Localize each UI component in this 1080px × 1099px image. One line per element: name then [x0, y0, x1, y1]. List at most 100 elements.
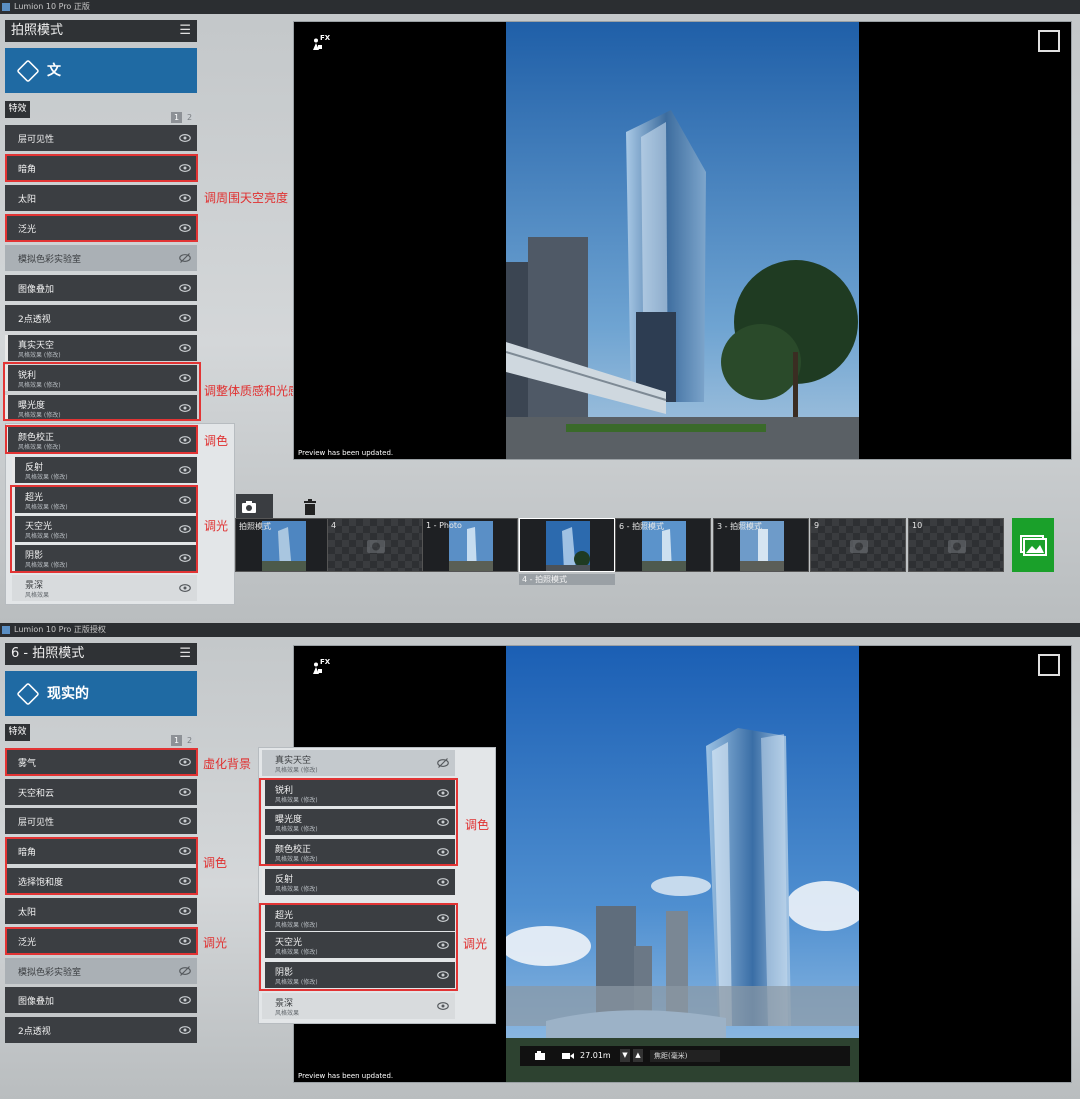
fx-figure-icon: [313, 38, 322, 50]
focal-length-field[interactable]: 焦距(毫米): [650, 1050, 720, 1062]
video-camera-icon[interactable]: [562, 1051, 574, 1061]
thumbnail-slot[interactable]: 1 - Photo: [422, 518, 518, 572]
effect-item[interactable]: 景深 风格效果: [12, 575, 197, 601]
annotation-box: [5, 425, 198, 454]
effect-subtitle: 风格效果 (修改): [18, 352, 61, 359]
app-icon: [2, 3, 10, 11]
preview-status: Preview has been updated.: [298, 449, 394, 457]
annotation-note: 调色: [465, 818, 490, 832]
camera-height-value: 27.01m: [580, 1051, 611, 1060]
annotation-note: 调色: [204, 434, 229, 448]
thumbnail-slot[interactable]: 3 - 拍照模式: [713, 518, 809, 572]
effect-item[interactable]: 图像叠加: [5, 275, 197, 301]
thumbnail-slot[interactable]: 拍照模式: [235, 518, 331, 572]
effect-item[interactable]: 模拟色彩实验室: [5, 958, 197, 984]
effect-subtitle: 风格效果 (修改): [275, 767, 318, 774]
effect-item[interactable]: 图像叠加: [5, 987, 197, 1013]
screenshot-bottom: Lumion 10 Pro 正版授权 6 - 拍照模式 ☰ 现实的 特效 1 2…: [0, 623, 1080, 1099]
thumbnail-slot[interactable]: 10: [908, 518, 1004, 572]
tab-effects[interactable]: 特效: [5, 724, 30, 741]
effect-item[interactable]: 太阳: [5, 898, 197, 924]
camera-mode-icon[interactable]: [534, 1050, 546, 1062]
page-2-button[interactable]: 2: [184, 112, 195, 123]
eye-hidden-icon[interactable]: [179, 965, 191, 977]
height-up-icon[interactable]: ▲: [633, 1049, 643, 1062]
page-1-button[interactable]: 1: [171, 735, 182, 746]
render-photos-button[interactable]: [1012, 518, 1054, 572]
eye-icon[interactable]: [179, 815, 191, 827]
eye-hidden-icon[interactable]: [437, 757, 449, 769]
eye-icon[interactable]: [179, 282, 191, 294]
effect-item[interactable]: 层可见性: [5, 125, 197, 151]
annotation-box: [10, 485, 198, 573]
height-down-icon[interactable]: ▼: [620, 1049, 630, 1062]
eye-icon[interactable]: [179, 312, 191, 324]
tab-effects[interactable]: 特效: [5, 101, 30, 118]
app-icon: [2, 626, 10, 634]
effect-item[interactable]: 反射 风格效果 (修改): [12, 457, 197, 483]
thumbnail-slot-selected[interactable]: [519, 518, 615, 572]
style-preset-button[interactable]: 文: [5, 48, 197, 93]
page-1-button[interactable]: 1: [171, 112, 182, 123]
style-preset-button[interactable]: 现实的: [5, 671, 197, 716]
effect-item[interactable]: 天空和云: [5, 779, 197, 805]
thumbnail-slot[interactable]: 6 - 拍照模式: [615, 518, 711, 572]
eye-icon[interactable]: [179, 786, 191, 798]
photo-filmstrip: 拍照模式 4 1 - Photo 6 - 拍照模式 3 - 拍照模式 9 10: [235, 518, 1010, 574]
gallery-icon: [1020, 535, 1047, 556]
fullscreen-toggle-icon[interactable]: [1038, 654, 1060, 676]
eye-icon[interactable]: [179, 994, 191, 1006]
annotation-box: [5, 837, 198, 895]
effect-item[interactable]: 层可见性: [5, 808, 197, 834]
preset-label: 现实的: [47, 686, 89, 702]
effect-item[interactable]: 反射 风格效果 (修改): [262, 869, 455, 895]
eye-icon[interactable]: [437, 1000, 449, 1012]
eye-icon[interactable]: [179, 192, 191, 204]
render-viewport[interactable]: FX Preview has been updated.: [293, 21, 1072, 460]
effect-name: 模拟色彩实验室: [18, 968, 82, 978]
eye-icon[interactable]: [179, 905, 191, 917]
effect-pager: 1 2: [171, 735, 195, 746]
effect-item[interactable]: 2点透视: [5, 1017, 197, 1043]
effect-item[interactable]: 景深 风格效果: [262, 993, 455, 1019]
thumbnail-slot[interactable]: 9: [810, 518, 906, 572]
eye-icon[interactable]: [179, 582, 191, 594]
effect-name: 2点透视: [18, 1027, 51, 1037]
thumbnail-label: 9: [814, 521, 820, 530]
effect-name: 太阳: [18, 908, 37, 918]
eye-icon[interactable]: [437, 876, 449, 888]
fullscreen-toggle-icon[interactable]: [1038, 30, 1060, 52]
trash-icon[interactable]: [299, 496, 321, 518]
eye-icon[interactable]: [179, 342, 191, 354]
fx-badge[interactable]: FX: [313, 658, 330, 674]
page-2-button[interactable]: 2: [184, 735, 195, 746]
effect-subtitle: 风格效果: [275, 1010, 300, 1017]
effect-item[interactable]: 真实天空 风格效果 (修改): [5, 335, 197, 361]
effect-item[interactable]: 2点透视: [5, 305, 197, 331]
scene-render-image: [506, 646, 859, 1082]
mode-title: 6 - 拍照模式: [11, 646, 85, 661]
selected-photo-caption: 4 - 拍照模式: [519, 574, 615, 585]
fx-badge[interactable]: FX: [313, 34, 330, 50]
effect-name: 层可见性: [18, 818, 55, 828]
eye-hidden-icon[interactable]: [179, 252, 191, 264]
effect-name: 2点透视: [18, 315, 51, 325]
mode-header: 6 - 拍照模式 ☰: [5, 643, 197, 665]
camera-icon[interactable]: [238, 496, 260, 518]
menu-icon[interactable]: ☰: [179, 643, 191, 665]
eye-icon[interactable]: [179, 1024, 191, 1036]
eye-icon[interactable]: [179, 132, 191, 144]
annotation-note: 调光: [204, 519, 229, 533]
effect-item[interactable]: 模拟色彩实验室: [5, 245, 197, 271]
thumbnail-label: 10: [912, 521, 923, 530]
thumbnail-slot[interactable]: 4: [327, 518, 423, 572]
camera-bar: 27.01m ▼ ▲ 焦距(毫米): [520, 1046, 850, 1066]
eye-icon[interactable]: [179, 464, 191, 476]
menu-icon[interactable]: ☰: [179, 20, 191, 42]
effect-item[interactable]: 真实天空 风格效果 (修改): [262, 750, 455, 776]
effect-item[interactable]: 太阳: [5, 185, 197, 211]
effect-name: 太阳: [18, 195, 37, 205]
annotation-note: 调整体质感和光感: [204, 384, 301, 398]
window-title: Lumion 10 Pro 正版授权: [14, 625, 106, 634]
annotation-note: 调光: [203, 936, 228, 950]
